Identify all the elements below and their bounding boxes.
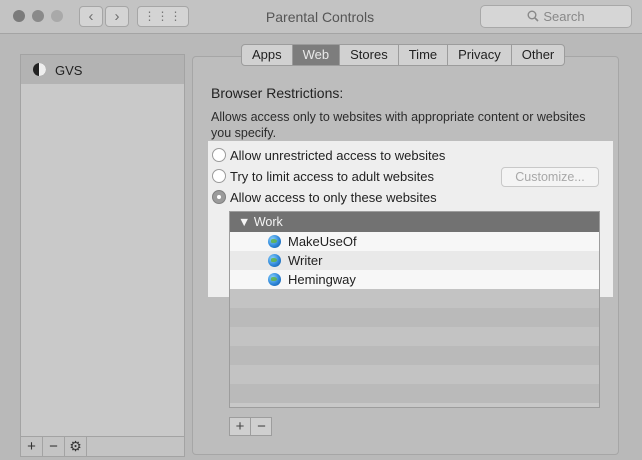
empty-row: [230, 346, 599, 365]
option-only-these[interactable]: Allow access to only these websites: [212, 188, 437, 206]
search-placeholder: Search: [543, 9, 585, 24]
empty-row: [230, 365, 599, 384]
forward-button[interactable]: ›: [105, 6, 129, 27]
list-item[interactable]: Writer: [230, 251, 599, 270]
globe-icon: [268, 254, 281, 267]
empty-row: [230, 289, 599, 308]
radio-button[interactable]: [212, 169, 226, 183]
remove-website-button[interactable]: −: [251, 418, 272, 435]
tab-stores[interactable]: Stores: [340, 45, 399, 65]
account-list: GVS: [20, 54, 185, 437]
show-all-button[interactable]: ⋮⋮⋮: [137, 6, 189, 27]
gear-icon[interactable]: ⚙: [65, 437, 87, 456]
tab-apps[interactable]: Apps: [242, 45, 293, 65]
option-label: Allow unrestricted access to websites: [230, 147, 446, 163]
account-name: GVS: [55, 63, 83, 78]
browser-restrictions-heading: Browser Restrictions:: [211, 85, 344, 101]
globe-icon: [268, 273, 281, 286]
back-button[interactable]: ‹: [79, 6, 103, 27]
option-label: Try to limit access to adult websites: [230, 168, 434, 184]
list-group-work[interactable]: ▼ Work: [230, 212, 599, 232]
website-list-toolbar: + −: [229, 417, 272, 436]
tab-bar: Apps Web Stores Time Privacy Other: [241, 44, 566, 66]
parental-controls-window: ‹ › ⋮⋮⋮ Parental Controls Search GVS + −…: [0, 0, 642, 460]
globe-icon: [268, 235, 281, 248]
grid-icon: ⋮⋮⋮: [143, 9, 183, 23]
search-icon: [527, 10, 539, 22]
search-field[interactable]: Search: [480, 5, 632, 28]
account-list-toolbar: + − ⚙: [20, 436, 185, 457]
radio-button[interactable]: [212, 148, 226, 162]
empty-row: [230, 308, 599, 327]
option-limit-adult[interactable]: Try to limit access to adult websites: [212, 167, 434, 185]
list-item[interactable]: MakeUseOf: [230, 232, 599, 251]
zoom-window-button[interactable]: [51, 10, 63, 22]
tab-privacy[interactable]: Privacy: [448, 45, 512, 65]
tab-web[interactable]: Web: [292, 45, 341, 65]
site-name: MakeUseOf: [288, 234, 357, 249]
close-window-button[interactable]: [13, 10, 25, 22]
empty-row: [230, 327, 599, 346]
customize-button[interactable]: Customize...: [501, 167, 599, 187]
tab-other[interactable]: Other: [512, 45, 565, 65]
site-name: Writer: [288, 253, 323, 268]
list-item[interactable]: Hemingway: [230, 270, 599, 289]
minimize-window-button[interactable]: [32, 10, 44, 22]
remove-account-button[interactable]: −: [43, 437, 65, 456]
chevron-left-icon: ‹: [88, 8, 94, 25]
option-label: Allow access to only these websites: [230, 189, 437, 205]
chevron-right-icon: ›: [114, 8, 120, 25]
tab-time[interactable]: Time: [399, 45, 449, 65]
yin-yang-icon: [33, 63, 46, 76]
option-unrestricted[interactable]: Allow unrestricted access to websites: [212, 146, 445, 164]
add-website-button[interactable]: +: [230, 418, 251, 435]
add-account-button[interactable]: +: [21, 437, 43, 456]
site-name: Hemingway: [288, 272, 356, 287]
browser-restrictions-description: Allows access only to websites with appr…: [211, 110, 586, 140]
title-bar: ‹ › ⋮⋮⋮ Parental Controls Search: [0, 0, 642, 34]
allowed-websites-list: ▼ Work MakeUseOf Writer Hemingway: [229, 211, 600, 408]
window-title: Parental Controls: [265, 9, 375, 25]
account-item-gvs[interactable]: GVS: [21, 55, 184, 84]
empty-row: [230, 384, 599, 403]
radio-button-selected[interactable]: [212, 190, 226, 204]
